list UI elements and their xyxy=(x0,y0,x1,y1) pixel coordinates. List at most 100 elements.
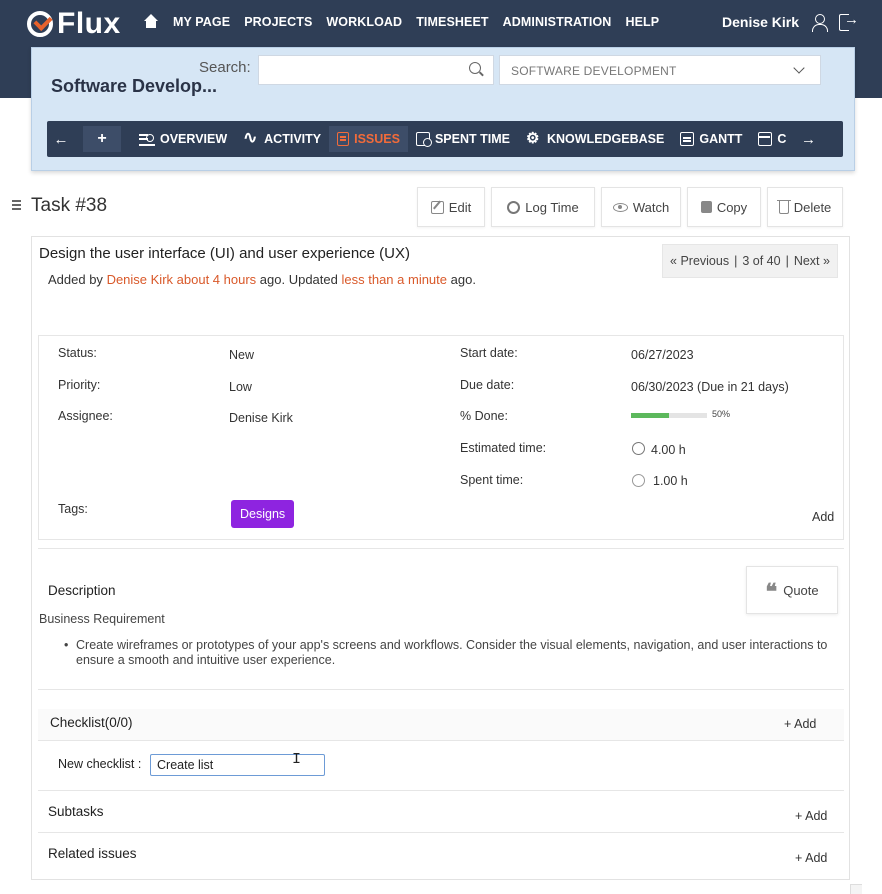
delete-button-label: Delete xyxy=(793,199,832,215)
add-checklist-button[interactable]: + Add xyxy=(784,717,816,731)
sidebar-toggle-icon[interactable] xyxy=(12,200,25,210)
project-menu-bar: ← + OVERVIEW ACTIVITY ISSUES SPENT TIME … xyxy=(47,121,843,157)
log-time-button-label: Log Time xyxy=(525,199,579,215)
trash-icon xyxy=(776,199,791,214)
done-percent: 50% xyxy=(712,409,731,419)
delete-button[interactable]: Delete xyxy=(767,187,843,227)
nav-help[interactable]: HELP xyxy=(625,15,659,29)
issues-icon xyxy=(337,132,350,146)
estimated-time-value: 4.00 h xyxy=(651,443,686,457)
author-link[interactable]: Denise Kirk xyxy=(107,272,173,287)
tab-overview-label: OVERVIEW xyxy=(160,132,228,146)
watch-button[interactable]: Watch xyxy=(601,187,681,227)
user-name-link[interactable]: Denise Kirk xyxy=(722,14,799,30)
chevron-down-icon xyxy=(793,62,805,74)
next-link[interactable]: Next » xyxy=(794,254,830,268)
issue-card: Design the user interface (UI) and user … xyxy=(31,236,850,880)
previous-link[interactable]: « Previous xyxy=(670,254,729,268)
due-date-label: Due date: xyxy=(460,378,515,392)
issue-subject: Design the user interface (UI) and user … xyxy=(39,245,411,262)
text-cursor-icon: I xyxy=(292,751,302,768)
pager-position: 3 of 40 xyxy=(742,254,781,268)
activity-icon xyxy=(243,128,259,148)
logout-icon[interactable] xyxy=(839,11,859,31)
project-title: Software Develop... xyxy=(51,76,218,96)
tab-activity[interactable]: ACTIVITY xyxy=(235,126,329,152)
assignee-link[interactable]: Denise Kirk xyxy=(229,411,293,425)
spent-time-icon xyxy=(415,132,432,147)
nav-projects[interactable]: PROJECTS xyxy=(244,15,312,29)
spent-time-link[interactable]: 1.00 h xyxy=(653,474,688,488)
project-select-value: SOFTWARE DEVELOPMENT xyxy=(511,64,677,78)
spent-time-label: Spent time: xyxy=(460,473,524,487)
add-checklist-label: Add xyxy=(794,717,817,731)
priority-label: Priority: xyxy=(58,378,101,392)
quote-button[interactable]: ❝ Quote xyxy=(746,566,838,614)
tab-issues[interactable]: ISSUES xyxy=(329,126,408,152)
priority-value: Low xyxy=(229,380,252,394)
stopwatch-icon xyxy=(632,442,645,455)
gantt-icon xyxy=(680,132,695,146)
log-time-button[interactable]: Log Time xyxy=(491,187,595,227)
estimated-time-label: Estimated time: xyxy=(460,441,547,455)
eye-icon xyxy=(612,202,628,212)
updated-ago-link[interactable]: less than a minute xyxy=(342,272,448,287)
nav-timesheet[interactable]: TIMESHEET xyxy=(416,15,488,29)
copy-icon xyxy=(700,201,712,213)
tab-overview[interactable]: OVERVIEW xyxy=(131,126,235,152)
new-item-button[interactable]: + xyxy=(83,126,121,152)
scroll-right-arrow-icon[interactable]: → xyxy=(794,131,822,148)
nav-administration[interactable]: ADMINISTRATION xyxy=(503,15,612,29)
created-ago-link[interactable]: about 4 hours xyxy=(177,272,257,287)
search-input[interactable] xyxy=(258,55,494,85)
nav-my-page[interactable]: MY PAGE xyxy=(173,15,230,29)
add-tag-link[interactable]: Add xyxy=(812,510,834,524)
quote-button-label: Quote xyxy=(783,582,819,598)
tab-calendar-label: C xyxy=(777,132,787,146)
scroll-left-arrow-icon[interactable]: ← xyxy=(47,131,75,148)
tab-knowledgebase[interactable]: KNOWLEDGEBASE xyxy=(518,126,672,152)
search-label: Search: xyxy=(199,59,251,76)
nav-workload[interactable]: WORKLOAD xyxy=(326,15,402,29)
start-date-label: Start date: xyxy=(460,346,518,360)
app-logo[interactable]: Flux xyxy=(27,7,121,41)
scrollbar-corner xyxy=(850,884,862,894)
subtasks-title: Subtasks xyxy=(48,804,104,819)
add-subtask-label: Add xyxy=(805,809,828,823)
tab-gantt-label: GANTT xyxy=(699,132,743,146)
added-by-text: Added by xyxy=(48,272,103,287)
divider xyxy=(38,832,844,833)
new-checklist-label: New checklist : xyxy=(58,757,142,771)
project-select[interactable]: SOFTWARE DEVELOPMENT xyxy=(499,55,821,85)
issue-pager: « Previous | 3 of 40 | Next » xyxy=(662,244,838,278)
user-icon[interactable] xyxy=(812,14,828,32)
copy-button[interactable]: Copy xyxy=(687,187,761,227)
watch-button-label: Watch xyxy=(632,199,670,215)
page-title: Task #38 xyxy=(31,195,108,216)
status-value: New xyxy=(229,348,255,362)
search-icon[interactable] xyxy=(469,62,481,74)
tab-spent-time[interactable]: SPENT TIME xyxy=(408,126,518,152)
tag-badge[interactable]: Designs xyxy=(231,500,295,528)
start-date-value: 06/27/2023 xyxy=(631,348,694,362)
due-date-value: 06/30/2023 (Due in 21 days) xyxy=(631,380,789,394)
add-subtask-button[interactable]: + Add xyxy=(795,809,827,823)
tab-spent-time-label: SPENT TIME xyxy=(434,132,510,146)
edit-button[interactable]: Edit xyxy=(417,187,485,227)
add-related-issue-label: Add xyxy=(805,851,828,865)
updated-text: ago. Updated xyxy=(259,272,338,287)
related-issues-title: Related issues xyxy=(48,846,137,861)
divider xyxy=(38,689,844,690)
overview-icon xyxy=(139,132,155,146)
tab-calendar[interactable]: C xyxy=(750,126,794,152)
done-progress-bar xyxy=(631,413,707,418)
checklist-header xyxy=(38,709,844,741)
home-icon[interactable] xyxy=(143,14,159,30)
tab-gantt[interactable]: GANTT xyxy=(672,126,750,152)
pager-separator: | xyxy=(734,254,738,268)
add-related-issue-button[interactable]: + Add xyxy=(795,851,827,865)
main-nav: MY PAGE PROJECTS WORKLOAD TIMESHEET ADMI… xyxy=(143,14,659,30)
copy-button-label: Copy xyxy=(716,199,748,215)
plus-icon: + xyxy=(795,809,803,823)
divider xyxy=(38,740,844,741)
